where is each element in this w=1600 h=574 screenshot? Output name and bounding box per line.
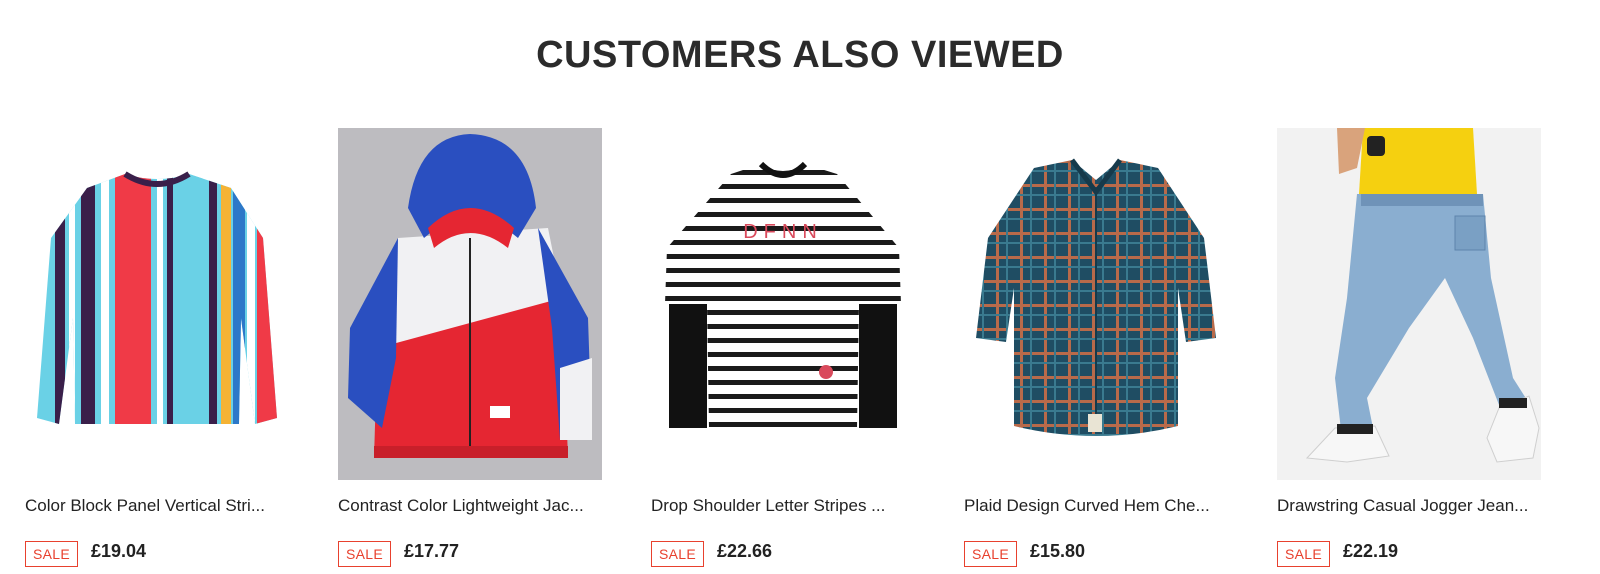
product-price: £19.04 [91,540,147,561]
sale-badge: SALE [964,541,1017,567]
product-price: £15.80 [1030,540,1086,561]
product-card[interactable]: DFNN Drop Shoulder Letter Stripes ... SA… [651,128,915,568]
product-image[interactable] [338,128,602,480]
product-price: £22.19 [1343,540,1399,561]
striped-tee-image: DFNN [651,128,915,480]
product-name[interactable]: Drawstring Casual Jogger Jean... [1277,496,1541,516]
price-row: SALE £22.66 [651,540,772,568]
product-name[interactable]: Plaid Design Curved Hem Che... [964,496,1228,516]
sale-badge: SALE [651,541,704,567]
product-card[interactable]: Plaid Design Curved Hem Che... SALE £15.… [964,128,1228,568]
product-image[interactable] [25,128,289,480]
price-row: SALE £15.80 [964,540,1085,568]
product-price: £22.66 [717,540,773,561]
sale-badge: SALE [338,541,391,567]
sale-badge: SALE [25,541,78,567]
product-card[interactable]: Contrast Color Lightweight Jac... SALE £… [338,128,602,568]
product-image[interactable]: DFNN [651,128,915,480]
jogger-jeans-image [1277,128,1541,480]
product-name[interactable]: Color Block Panel Vertical Stri... [25,496,289,516]
plaid-shirt-image [964,128,1228,480]
product-name[interactable]: Contrast Color Lightweight Jac... [338,496,602,516]
price-row: SALE £19.04 [25,540,146,568]
sale-badge: SALE [1277,541,1330,567]
product-card[interactable]: Drawstring Casual Jogger Jean... SALE £2… [1277,128,1541,568]
product-price: £17.77 [404,540,460,561]
price-row: SALE £22.19 [1277,540,1398,568]
striped-sweatshirt-image [25,128,289,480]
price-row: SALE £17.77 [338,540,459,568]
section-title: CUSTOMERS ALSO VIEWED [536,34,1064,76]
product-name[interactable]: Drop Shoulder Letter Stripes ... [651,496,915,516]
svg-text:DFNN: DFNN [743,221,823,243]
product-image[interactable] [1277,128,1541,480]
hooded-jacket-image [338,128,602,480]
product-card[interactable]: Color Block Panel Vertical Stri... SALE … [25,128,289,568]
product-image[interactable] [964,128,1228,480]
